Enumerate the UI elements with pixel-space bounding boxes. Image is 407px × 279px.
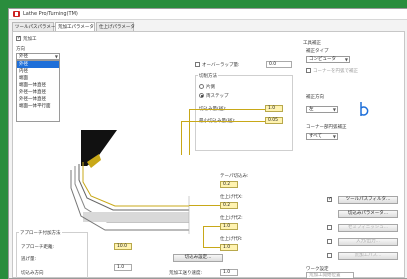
corner-comp-label: コーナーを円弧で補正 xyxy=(313,69,358,74)
rough-enable-label: 荒加工 xyxy=(23,37,37,42)
tab-finish-params[interactable]: 仕上げパラメータ xyxy=(96,22,135,31)
leader-line xyxy=(189,109,265,110)
tool-diagram xyxy=(70,130,190,234)
leader-line xyxy=(181,121,265,122)
pitch-field[interactable]: 1.0 xyxy=(265,105,283,112)
leader-line xyxy=(203,226,204,247)
stock-z-field[interactable]: 1.0 xyxy=(220,223,238,230)
direction-option[interactable]: 外径一体直径 xyxy=(17,96,59,103)
title-bar: Lathe Pro/Turning(TM) xyxy=(9,9,407,20)
toolpath-filter-button[interactable]: ツールパスフィルタ... xyxy=(338,196,398,204)
comp-direction-icon xyxy=(360,102,369,116)
chevron-down-icon: ▼ xyxy=(332,107,336,112)
comp-dir-dropdown[interactable]: 左 ▼ xyxy=(306,106,338,113)
direction-option[interactable]: 端面一体平行面 xyxy=(17,103,59,110)
cut-method-radio-oneway[interactable] xyxy=(199,84,204,89)
chevron-down-icon: ▼ xyxy=(54,54,58,59)
comp-dir-label: 補正方向 xyxy=(306,95,324,100)
comp-dir-value: 左 xyxy=(309,107,314,112)
taper-field[interactable]: 0.2 xyxy=(220,181,238,188)
direction-selected: 外径 xyxy=(19,54,28,59)
overlap-field[interactable]: 0.0 xyxy=(266,61,292,68)
corner-break-label: コーナー部円弧補正 xyxy=(306,125,347,130)
direction-option[interactable]: 内径 xyxy=(17,68,59,75)
stock-band xyxy=(83,212,189,222)
taper-label: テーパ切込み: xyxy=(220,174,249,179)
rough-enable-checkbox[interactable] xyxy=(16,35,21,41)
stock-r-field[interactable]: 1.0 xyxy=(220,244,238,251)
comp-type-label: 補正タイプ xyxy=(306,49,329,54)
rough-pass-button[interactable]: 荒加工パス... xyxy=(338,252,398,260)
cycle-label: 切込み方向 xyxy=(21,271,44,276)
stock-z-label: 仕上げ代Z: xyxy=(220,216,243,221)
approach-dist-label: アプローチ距離: xyxy=(21,245,55,250)
min-pitch-field[interactable]: 0.05 xyxy=(265,117,283,124)
semi-finish-button[interactable]: セミフィニッシュ... xyxy=(338,224,398,232)
plunge-settings-button[interactable]: 切込み設定... xyxy=(173,254,223,262)
tab-toolpath-params[interactable]: ツールパスパラメータ xyxy=(12,22,60,31)
stock-x-label: 仕上げ代X: xyxy=(220,195,243,200)
comp-type-value: コンピュータ xyxy=(309,57,336,62)
tab-panel: 荒加工 方向 外径 ▼ 外径 内径 端面 端面一体直径 外径一体直径 外径一体直… xyxy=(12,31,405,278)
direction-option[interactable]: 端面一体直径 xyxy=(17,82,59,89)
direction-option[interactable]: 外径一体直径 xyxy=(17,89,59,96)
direction-option[interactable]: 外径 xyxy=(17,61,59,68)
corner-break-dropdown[interactable]: すべて ▼ xyxy=(306,133,338,140)
chevron-down-icon: ▼ xyxy=(332,134,336,139)
chevron-down-icon: ▼ xyxy=(344,57,348,62)
direction-dropdown[interactable]: 外径 ▼ xyxy=(16,53,60,60)
stock-setup-field[interactable]: 荒加工開始位置 xyxy=(306,272,354,278)
cut-method-oneway-label: 片側 xyxy=(206,85,215,90)
cut-method-radio-zigzag[interactable] xyxy=(199,93,204,98)
corner-comp-checkbox[interactable] xyxy=(306,68,311,73)
comp-group-title: 工具補正 xyxy=(303,41,321,46)
application-window: Lathe Pro/Turning(TM) ツールパスパラメータ 荒加工パラメー… xyxy=(8,8,407,279)
leader-line xyxy=(189,205,220,206)
rough-pass-checkbox[interactable] xyxy=(327,253,332,258)
semi-finish-checkbox[interactable] xyxy=(327,225,332,230)
overlap-label: オーバーラップ量: xyxy=(202,63,240,68)
toolpath-filter-checkbox[interactable] xyxy=(327,196,332,202)
direction-dropdown-list: 外径 内径 端面 端面一体直径 外径一体直径 外径一体直径 端面一体平行面 xyxy=(16,60,60,122)
stock-r-label: 仕上げ代R: xyxy=(220,237,243,242)
cut-method-zigzag-label: 両ステップ xyxy=(206,94,229,99)
rough-speed-field[interactable]: 1.0 xyxy=(220,269,238,276)
stock-x-field[interactable]: 0.2 xyxy=(220,202,238,209)
app-logo-icon xyxy=(13,11,20,17)
leader-line xyxy=(203,247,220,248)
rough-speed-label: 荒加工送り速度: xyxy=(169,271,203,276)
comp-type-dropdown[interactable]: コンピュータ ▼ xyxy=(306,56,350,63)
lead-in-out-checkbox[interactable] xyxy=(327,239,332,244)
retract-label: 逃げ量: xyxy=(21,257,37,262)
plunge-params-button[interactable]: 切込みパラメータ... xyxy=(338,210,398,218)
approach-dist-field[interactable]: 10.0 xyxy=(114,243,132,250)
leader-line xyxy=(203,226,220,227)
overlap-checkbox[interactable] xyxy=(195,62,200,67)
approach-title: アプローチ付加方法 xyxy=(19,230,62,236)
window-title: Lathe Pro/Turning(TM) xyxy=(23,11,78,17)
direction-option[interactable]: 端面 xyxy=(17,75,59,82)
retract-field[interactable]: 1.0 xyxy=(114,264,132,271)
direction-label: 方向 xyxy=(16,47,25,52)
cut-method-title: 切削方法 xyxy=(198,73,218,79)
lead-in-out-button[interactable]: 入力/出力... xyxy=(338,238,398,246)
corner-break-value: すべて xyxy=(309,134,323,139)
